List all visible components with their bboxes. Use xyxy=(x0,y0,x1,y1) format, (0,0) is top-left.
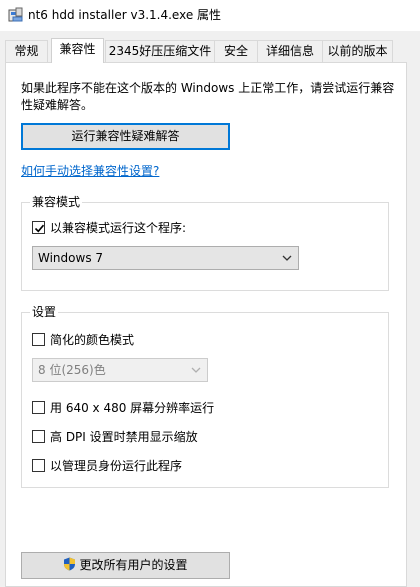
run-troubleshooter-button[interactable]: 运行兼容性疑难解答 xyxy=(21,123,230,150)
compat-description: 如果此程序不能在这个版本的 Windows 上正常工作，请尝试运行兼容性疑难解答… xyxy=(21,81,395,112)
high-dpi-label: 高 DPI 设置时禁用显示缩放 xyxy=(50,430,198,444)
tab-security[interactable]: 安全 xyxy=(214,40,258,62)
change-all-users-label: 更改所有用户的设置 xyxy=(79,558,188,572)
compat-mode-checkbox-label: 以兼容模式运行这个程序: xyxy=(50,221,187,235)
change-all-users-button[interactable]: 更改所有用户的设置 xyxy=(21,552,230,579)
run-as-admin-label: 以管理员身份运行此程序 xyxy=(50,459,183,473)
checkmark-icon xyxy=(34,224,45,233)
reduced-color-checkbox[interactable] xyxy=(32,333,45,346)
res-640-label: 用 640 x 480 屏幕分辨率运行 xyxy=(50,401,215,415)
manual-settings-link[interactable]: 如何手动选择兼容性设置? xyxy=(21,162,159,179)
settings-group: 设置 简化的颜色模式 8 位(256)色 用 640 x 480 屏幕分辨率运行… xyxy=(21,305,389,488)
compat-mode-group: 兼容模式 以兼容模式运行这个程序: Windows 7 xyxy=(21,195,389,291)
tab-details[interactable]: 详细信息 xyxy=(257,40,323,62)
chevron-down-icon xyxy=(191,367,201,373)
os-version-value: Windows 7 xyxy=(38,251,104,265)
compatibility-panel: 如果此程序不能在这个版本的 Windows 上正常工作，请尝试运行兼容性疑难解答… xyxy=(5,62,407,587)
os-version-select[interactable]: Windows 7 xyxy=(32,246,299,270)
settings-group-label: 设置 xyxy=(30,305,59,319)
uac-shield-icon xyxy=(64,557,76,571)
compat-mode-checkbox[interactable] xyxy=(32,221,45,234)
tab-compatibility[interactable]: 兼容性 xyxy=(51,38,104,63)
run-as-admin-checkbox[interactable] xyxy=(32,459,45,472)
title-bar: nt6 hdd installer v3.1.4.exe 属性 xyxy=(0,0,420,31)
tab-general[interactable]: 常规 xyxy=(5,40,48,62)
window-title: nt6 hdd installer v3.1.4.exe 属性 xyxy=(28,8,222,22)
chevron-down-icon xyxy=(282,255,292,261)
res-640-checkbox[interactable] xyxy=(32,401,45,414)
color-depth-select[interactable]: 8 位(256)色 xyxy=(32,358,208,382)
tab-strip: 常规 兼容性 2345好压压缩文件 安全 详细信息 以前的版本 xyxy=(0,38,420,63)
installer-icon xyxy=(8,7,24,23)
high-dpi-checkbox[interactable] xyxy=(32,430,45,443)
compat-mode-label: 兼容模式 xyxy=(30,195,83,209)
color-depth-value: 8 位(256)色 xyxy=(38,363,106,377)
tab-2345-archive[interactable]: 2345好压压缩文件 xyxy=(105,40,215,62)
reduced-color-label: 简化的颜色模式 xyxy=(50,333,135,347)
tab-previous-versions[interactable]: 以前的版本 xyxy=(322,40,393,62)
